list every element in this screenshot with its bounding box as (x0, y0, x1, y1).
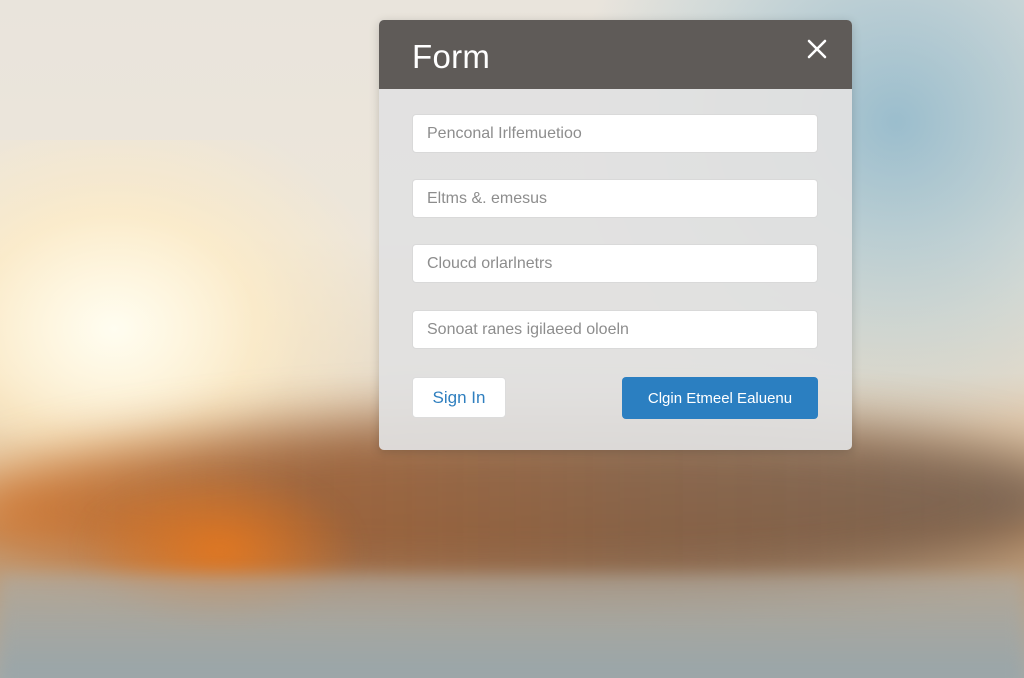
form-dialog: Form Sign In Clgin Etmeel Ealuenu (379, 20, 852, 450)
close-icon (807, 39, 827, 59)
close-button[interactable] (804, 36, 830, 62)
sign-in-button[interactable]: Sign In (412, 377, 506, 418)
dialog-title: Form (412, 38, 491, 75)
background-water (0, 575, 1024, 678)
cloud-partners-field[interactable] (412, 244, 818, 283)
items-and-emails-field[interactable] (412, 179, 818, 218)
primary-submit-button[interactable]: Clgin Etmeel Ealuenu (622, 377, 818, 419)
dialog-header: Form (379, 20, 852, 89)
secondary-details-field[interactable] (412, 310, 818, 349)
personal-information-field[interactable] (412, 114, 818, 153)
